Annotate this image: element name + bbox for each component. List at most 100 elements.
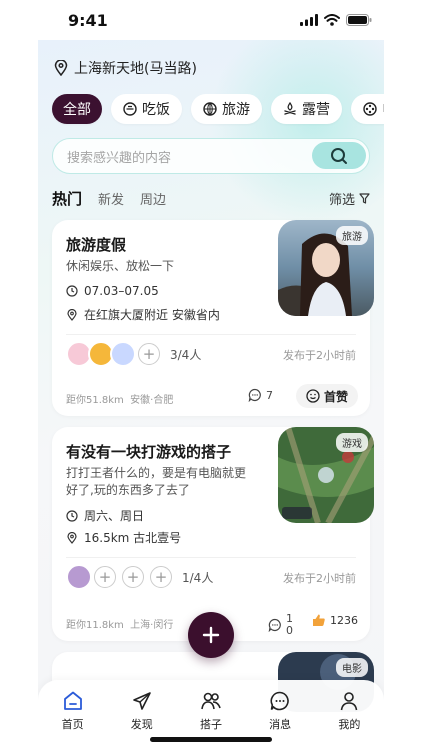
distance-text: 距你51.8km [66,395,124,406]
comment-count: 7 [266,388,273,402]
wifi-icon [324,14,340,26]
film-icon [363,102,377,116]
people-icon [201,692,221,710]
category-label: 电影 [382,99,384,119]
app-screen: 上海新天地(马当路) 全部 吃饭 旅游 露营 搜索感兴趣的内容 热门 新发 周边… [38,40,384,750]
post-title: 有没有一块打游戏的搭子 [66,443,232,461]
signal-icon [300,14,318,26]
status-bar: 9:41 [0,0,422,40]
comment-button[interactable]: 10 [268,613,296,637]
location-name: 上海新天地(马当路) [74,61,197,77]
tab-new[interactable]: 新发 [98,189,124,208]
nav-label: 首页 [61,718,84,731]
category-label: 旅游 [222,102,250,118]
post-place: 16.5km 古北壹号 [66,529,181,546]
globe-icon [203,102,217,116]
post-thumbnail[interactable]: 旅游 [278,220,374,316]
location-pin-icon [67,531,77,544]
paper-plane-icon [132,692,151,710]
campfire-icon [284,102,296,115]
comment-count: 10 [286,612,293,637]
post-distance: 距你51.8km 安徽·合肥 [66,391,173,406]
post-tag: 游戏 [336,433,368,452]
home-icon [63,691,82,710]
battery-icon [346,14,372,26]
post-place-text: 16.5km 古北壹号 [84,531,182,545]
nav-partners[interactable]: 搭子 [181,690,241,732]
nav-profile[interactable]: 我的 [319,690,379,732]
nav-messages[interactable]: 消息 [250,690,310,732]
member-count: 3/4人 [170,347,202,362]
card-divider [66,557,356,558]
join-slot-plus-icon[interactable]: + [150,566,172,588]
region-text: 上海·闵行 [130,620,174,631]
avatar [66,564,92,590]
nav-discover[interactable]: 发现 [112,690,172,732]
join-slot-plus-icon[interactable]: + [138,343,160,365]
nav-home[interactable]: 首页 [43,690,103,732]
category-chip-camping[interactable]: 露营 [271,94,342,124]
post-date: 周六、周日 [66,507,144,524]
comment-icon [268,618,281,632]
nav-label: 搭子 [199,718,222,731]
nav-label: 消息 [269,718,292,731]
feed-tabs: 热门 新发 周边 筛选 [52,188,370,209]
post-date: 07.03–07.05 [66,284,159,298]
tab-hot[interactable]: 热门 [52,188,82,209]
category-label: 全部 [63,102,91,118]
clock-icon [66,285,78,297]
location-pin-icon [67,308,77,321]
nav-label: 我的 [338,718,361,731]
tab-nearby[interactable]: 周边 [140,189,166,208]
location-selector[interactable]: 上海新天地(马当路) [54,58,197,78]
location-pin-icon [54,60,68,76]
comment-button[interactable]: 7 [248,388,273,402]
filter-funnel-icon [359,193,370,204]
post-thumbnail[interactable]: 游戏 [278,427,374,523]
post-subtitle: 打打王者什么的，要是有电脑就更好了,玩的东西多了去了 [66,466,247,497]
post-time: 发布于2小时前 [283,572,356,585]
nav-label: 发现 [130,718,153,731]
chat-bubble-icon [270,691,289,711]
first-like-button[interactable]: 首赞 [295,384,358,408]
post-tag: 电影 [336,658,368,677]
post-distance: 距你11.8km 上海·闵行 [66,616,173,631]
search-input[interactable]: 搜索感兴趣的内容 [52,138,370,174]
first-like-label: 首赞 [323,389,348,404]
clock-icon [66,509,78,522]
search-placeholder: 搜索感兴趣的内容 [67,150,172,166]
avatar [110,341,136,367]
status-time: 9:41 [68,10,108,30]
comment-icon [248,388,261,402]
like-count-text: 1236 [330,613,358,627]
post-title: 旅游度假 [66,236,127,254]
home-indicator [150,737,272,742]
category-chip-travel[interactable]: 旅游 [191,94,262,124]
search-icon [331,147,347,164]
post-date-text: 周六、周日 [84,509,145,523]
member-avatars[interactable]: + 3/4人 [66,341,201,367]
member-avatars[interactable]: + + + 1/4人 [66,564,213,590]
create-post-button[interactable] [188,612,234,658]
post-card[interactable]: 旅游度假 休闲娱乐、放松一下 07.03–07.05 在红旗大厦附近 安徽省内 [52,220,374,416]
thumbs-up-icon [313,614,325,626]
like-button[interactable]: 1236 [312,613,358,627]
post-card[interactable]: 有没有一块打游戏的搭子 打打王者什么的，要是有电脑就更好了,玩的东西多了去了 周… [52,427,374,641]
post-place-text: 在红旗大厦附近 安徽省内 [84,308,220,322]
plus-icon [202,626,220,644]
food-icon [123,102,137,116]
post-tag: 旅游 [336,226,368,245]
category-label: 露营 [302,102,330,118]
search-button[interactable] [312,142,366,169]
distance-text: 距你11.8km [66,620,124,631]
filter-button[interactable]: 筛选 [329,189,370,208]
category-chip-all[interactable]: 全部 [52,94,102,124]
category-chips: 全部 吃饭 旅游 露营 [52,94,384,124]
join-slot-plus-icon[interactable]: + [94,566,116,588]
category-chip-food[interactable]: 吃饭 [111,94,182,124]
user-icon [341,692,358,711]
post-subtitle: 休闲娱乐、放松一下 [66,259,175,273]
join-slot-plus-icon[interactable]: + [122,566,144,588]
category-chip-movie[interactable]: 电影 [351,94,384,124]
smile-icon [306,389,320,403]
